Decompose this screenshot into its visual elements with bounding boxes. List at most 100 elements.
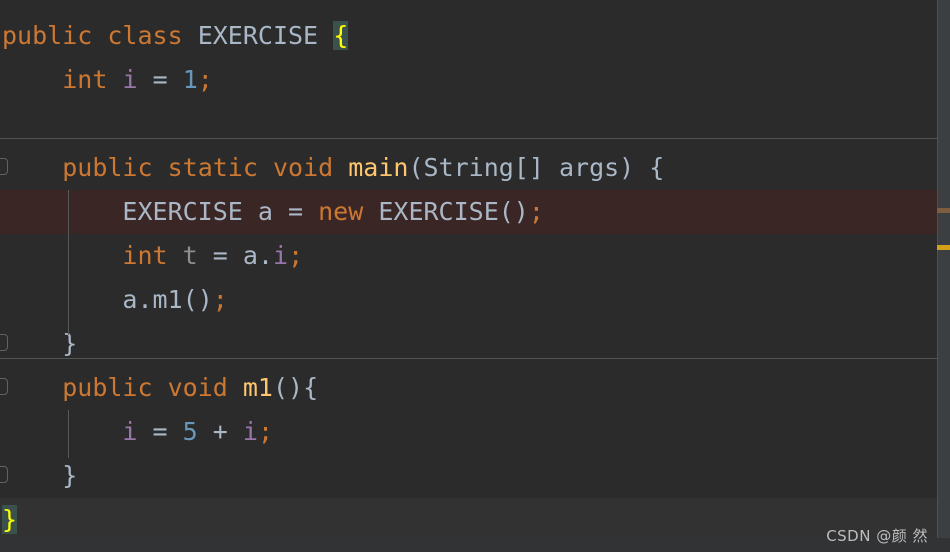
code-token-id: EXERCISE() [378,197,529,226]
code-token-op [2,461,62,490]
code-line-m1-decl[interactable]: public void m1(){ [0,366,937,410]
code-token-op [2,197,122,226]
method-separator-line [0,138,937,139]
code-token-op [363,197,378,226]
screenshot-root: public class EXERCISE { int i = 1; publi… [0,0,950,552]
code-line-assign-i[interactable]: i = 5 + i; [0,410,937,454]
code-line-text: } [0,498,18,542]
code-token-kw: int [62,65,108,94]
code-token-op [168,417,183,446]
code-line-main-decl[interactable]: public static void main(String[] args) { [0,146,937,190]
code-line-call-m1[interactable]: a.m1(); [0,278,937,322]
code-token-op: = [152,417,168,446]
code-line-text: EXERCISE a = new EXERCISE(); [0,190,544,234]
stripe-mark-changed[interactable] [937,208,950,213]
code-token-op [198,417,213,446]
code-token-fld: i [242,417,258,446]
code-token-semi: ; [197,65,213,94]
code-token-id: m1() [152,285,213,314]
csdn-watermark: CSDN @颜 然 [826,527,928,545]
code-token-op [198,241,213,270]
method-separator-line [0,358,937,359]
code-token-op: = [288,197,304,226]
code-line-field-i[interactable]: int i = 1; [0,58,937,102]
code-token-kw: int [122,241,168,270]
code-token-fld: i [122,65,138,94]
code-line-int-t[interactable]: int t = a.i; [0,234,937,278]
code-token-op [2,153,62,182]
code-line-close-class[interactable]: } [0,498,937,542]
code-token-id: } [62,329,78,358]
code-token-op [2,373,62,402]
code-line-text: } [0,454,77,498]
code-token-op [183,21,198,50]
code-token-id: (){ [272,373,319,402]
code-line-text: public void m1(){ [0,366,318,410]
code-token-op [333,153,348,182]
code-token-semi: ; [212,285,228,314]
code-token-op [137,417,152,446]
code-token-op: . [137,285,153,314]
code-token-semi: ; [288,241,304,270]
code-token-kw: public [62,153,153,182]
code-token-kw: void [167,373,228,402]
code-token-op [2,65,62,94]
editor-error-stripe-scrollbar[interactable] [937,0,950,538]
code-line-text: a.m1(); [0,278,228,322]
code-token-op [2,241,122,270]
code-token-brace-match: { [333,21,349,50]
code-token-op [2,285,122,314]
code-token-locg: t [182,241,198,270]
code-token-fn: m1 [242,373,273,402]
code-token-id: (String[] args) { [408,153,665,182]
stripe-mark-warning[interactable] [937,245,950,250]
code-line-text: public class EXERCISE { [0,14,349,58]
code-token-op [2,329,62,358]
code-token-kw: class [107,21,183,50]
code-line-text: i = 5 + i; [0,410,273,454]
code-token-op: = [212,241,228,270]
code-token-semi: ; [528,197,544,226]
code-token-loc: a [242,241,258,270]
code-token-num: 1 [182,65,198,94]
code-token-op [2,417,122,446]
code-token-op [168,65,183,94]
code-token-op [318,21,333,50]
code-token-num: 5 [182,417,198,446]
code-token-op [258,153,273,182]
indent-guide-line [68,190,69,335]
code-token-kw: void [272,153,334,182]
code-token-op [228,241,243,270]
code-token-id: EXERCISE a [122,197,288,226]
code-token-kw: static [167,153,258,182]
code-line-close-m1[interactable]: } [0,454,937,498]
code-line-blank-1[interactable] [0,102,937,146]
code-token-id: EXERCISE [197,21,319,50]
code-token-op [138,65,153,94]
code-token-op [228,417,243,446]
indent-guide-line [68,410,69,458]
code-line-text: int t = a.i; [0,234,303,278]
code-token-kw: new [318,197,364,226]
code-line-class-decl[interactable]: public class EXERCISE { [0,14,937,58]
code-token-op [92,21,107,50]
code-token-op: . [257,241,274,270]
code-token-op [168,241,183,270]
code-token-op: + [212,417,228,446]
code-token-op: = [152,65,168,94]
editor-bottom-strip [0,538,950,552]
code-token-op [303,197,318,226]
code-token-fn: main [348,153,409,182]
code-token-op [153,153,168,182]
code-editor[interactable]: public class EXERCISE { int i = 1; publi… [0,0,937,542]
code-token-op [107,65,122,94]
code-token-id: } [62,461,78,490]
code-token-kw: public [62,373,153,402]
code-token-brace-match: } [2,505,18,534]
code-line-close-main[interactable]: } [0,322,937,366]
code-line-new-exercise[interactable]: EXERCISE a = new EXERCISE(); [0,190,937,234]
code-token-kw: public [2,21,93,50]
code-token-op [153,373,168,402]
code-line-text: } [0,322,77,366]
code-token-fld: i [273,241,289,270]
